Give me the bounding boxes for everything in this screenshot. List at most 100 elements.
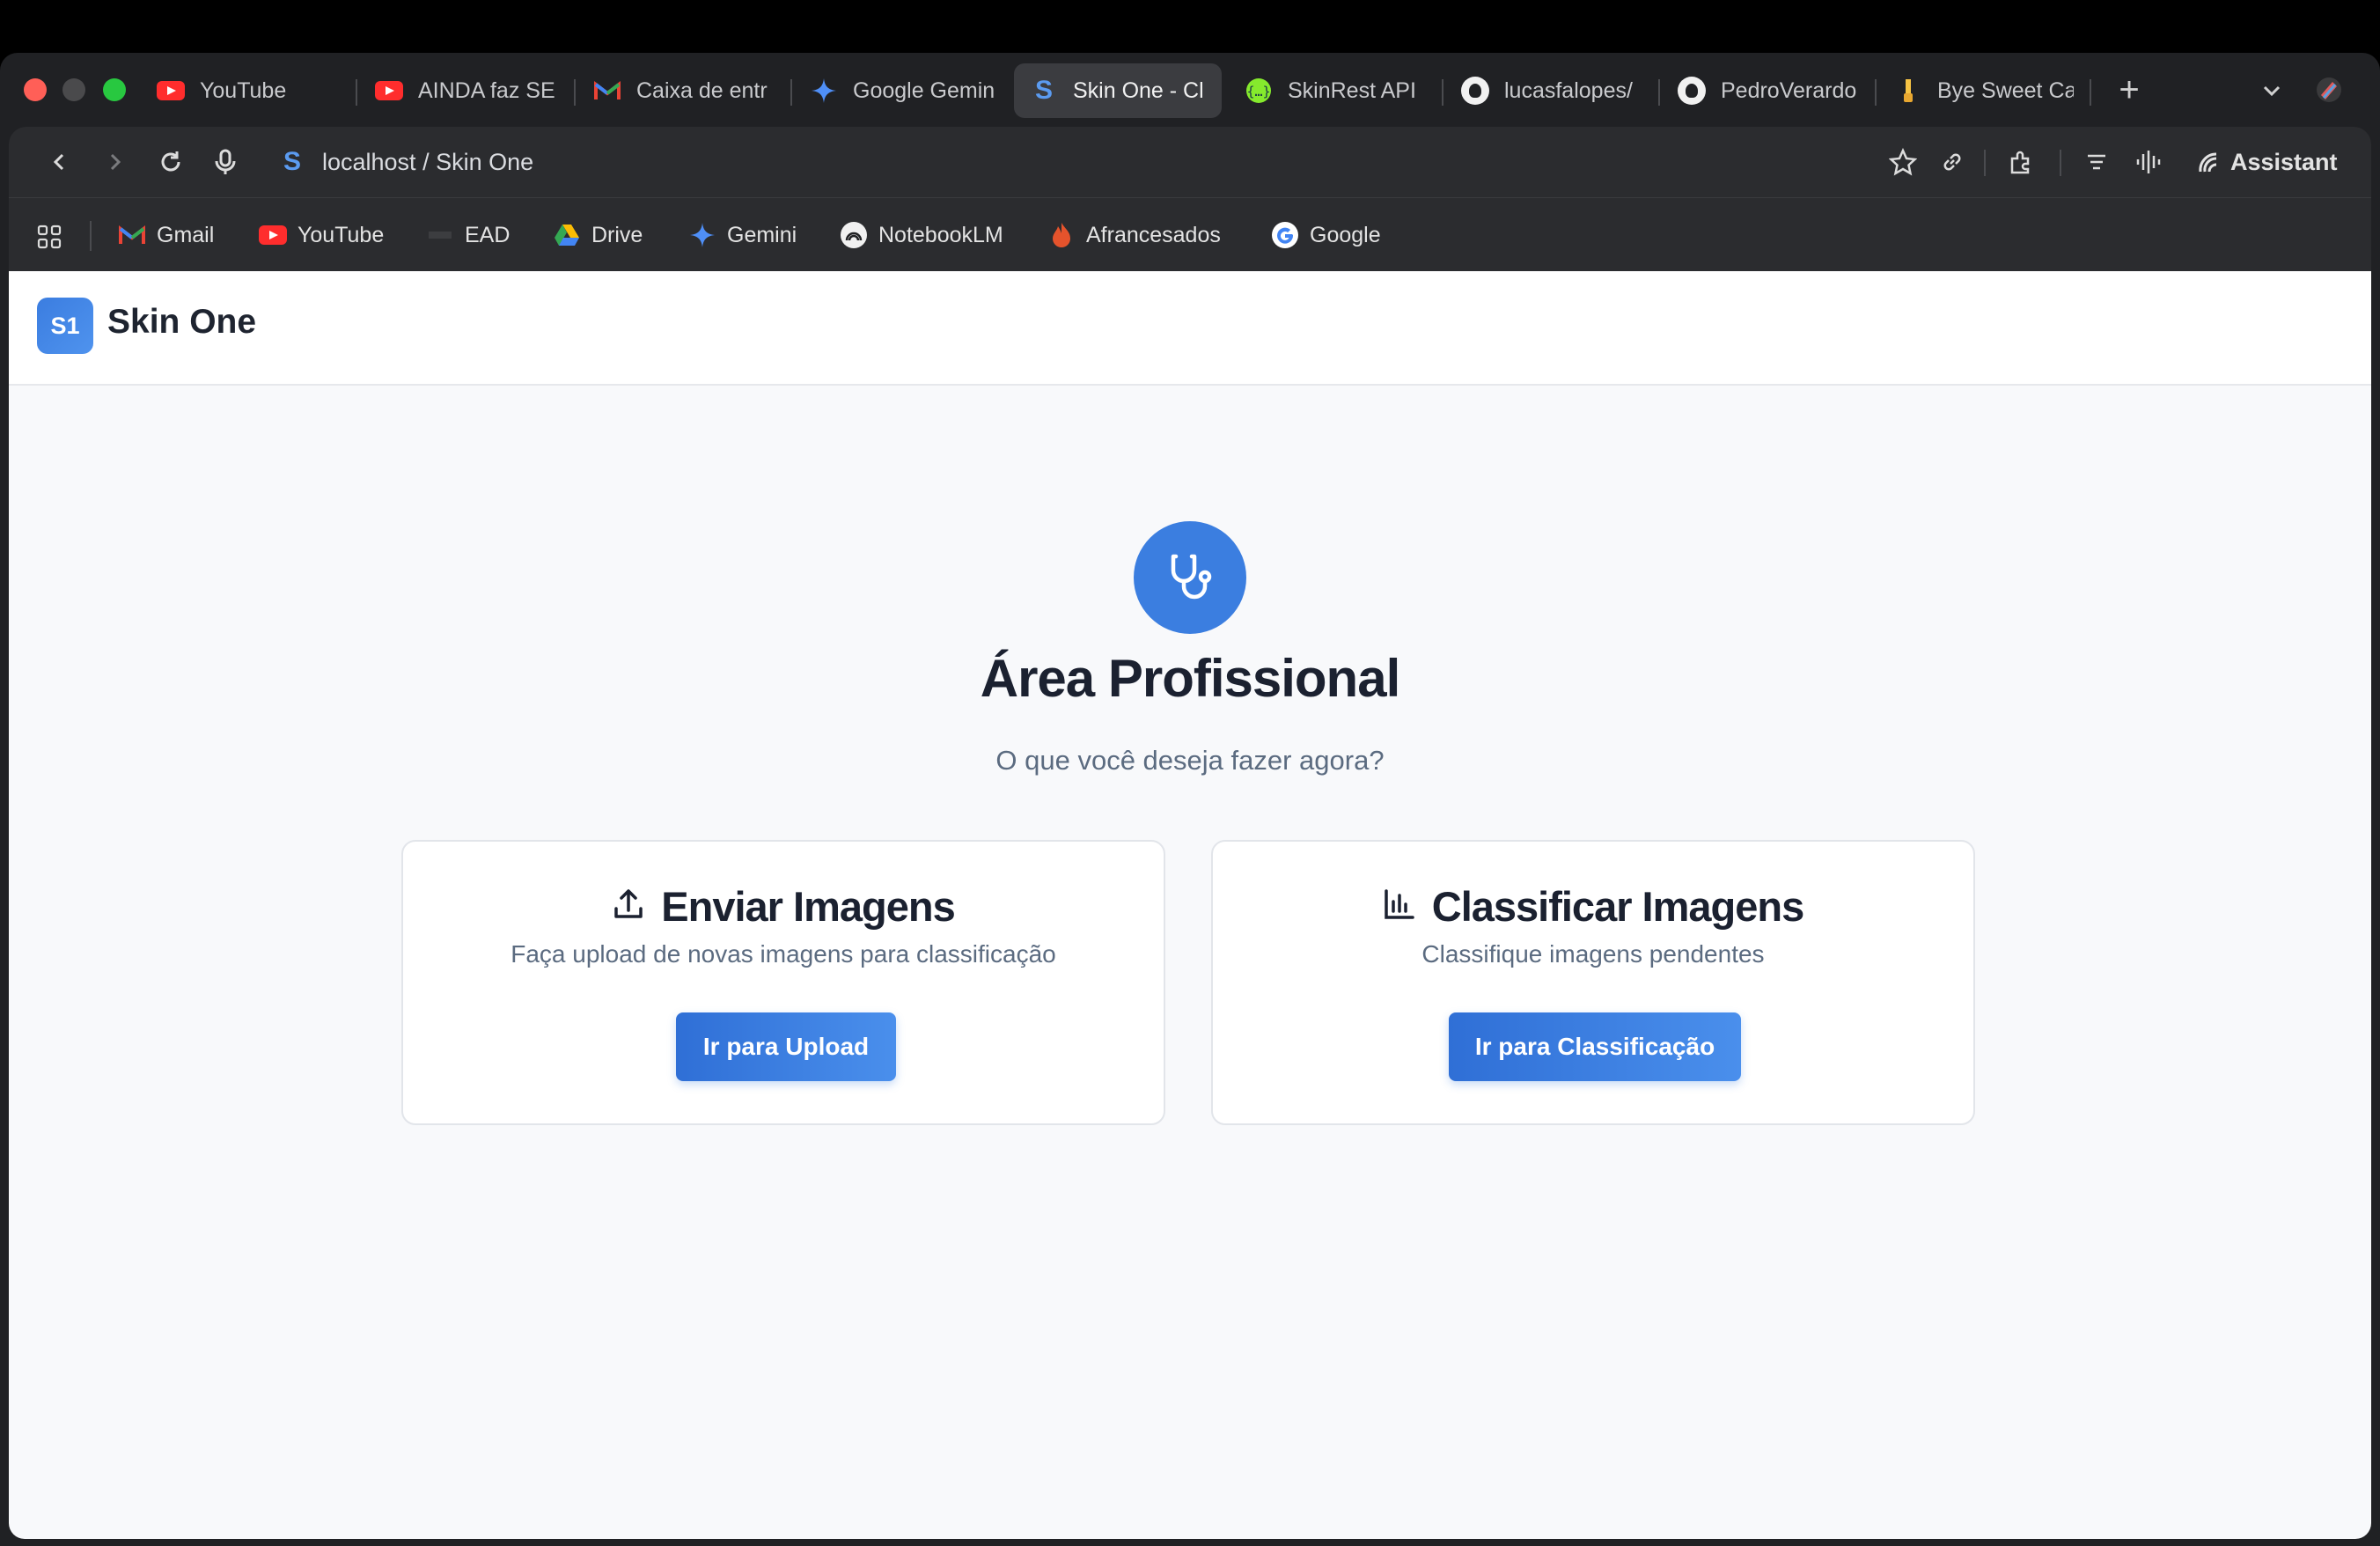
tab-github-pedroverardo[interactable]: PedroVerardo: [1662, 63, 1857, 118]
bookmark-youtube[interactable]: YouTube: [259, 216, 384, 254]
gemini-icon: [810, 77, 838, 105]
tab-label: AINDA faz SE: [418, 77, 555, 103]
github-icon: [1678, 77, 1706, 105]
card-title: Classificar Imagens: [1431, 883, 1804, 930]
site-favicon: S: [283, 147, 302, 176]
window-maximize-button[interactable]: [103, 78, 126, 101]
gmail-icon: [118, 221, 146, 249]
classify-card: Classificar Imagens Classifique imagens …: [1211, 840, 1975, 1125]
tab-google-gemini[interactable]: Google Gemin: [794, 63, 1002, 118]
assistant-label: Assistant: [2230, 148, 2338, 175]
reading-list-button[interactable]: [2079, 144, 2114, 180]
forward-arrow-icon: [110, 153, 121, 171]
go-to-upload-button[interactable]: Ir para Upload: [676, 1012, 896, 1081]
bookmark-label: Gmail: [157, 222, 215, 247]
ead-icon: [426, 221, 454, 249]
tab-gmail-inbox[interactable]: Caixa de entr: [577, 63, 782, 118]
upload-card: Enviar Imagens Faça upload de novas imag…: [401, 840, 1165, 1125]
tab-skin-one[interactable]: S Skin One - Cl: [1014, 63, 1222, 118]
list-icon: [2088, 154, 2105, 170]
bookmark-gmail[interactable]: Gmail: [118, 216, 214, 254]
window-minimize-button[interactable]: [62, 78, 85, 101]
gemini-icon: [688, 221, 716, 249]
bookmark-google[interactable]: Google: [1271, 216, 1381, 254]
apps-grid-icon[interactable]: [37, 225, 62, 249]
star-icon: [1889, 148, 1917, 176]
app-header: S1 Skin One: [9, 271, 2371, 386]
youtube-icon: [375, 77, 403, 105]
tab-youtube[interactable]: YouTube: [141, 63, 352, 118]
tab-label: SkinRest API: [1288, 77, 1416, 103]
window-close-button[interactable]: [24, 78, 47, 101]
reload-icon: [161, 151, 180, 172]
audio-button[interactable]: [2132, 144, 2167, 180]
tab-github-lucasfalopes[interactable]: lucasfalopes/: [1445, 63, 1653, 118]
link-icon: [1943, 153, 1961, 171]
bookmark-afrancesados[interactable]: Afrancesados: [1047, 216, 1221, 254]
address-text: localhost / Skin One: [322, 148, 534, 175]
extensions-button[interactable]: [2003, 144, 2038, 180]
notebooklm-icon: [840, 221, 868, 249]
tab-label: lucasfalopes/: [1504, 77, 1633, 103]
card-description: Faça upload de novas imagens para classi…: [511, 940, 1056, 968]
browser-window: YouTube AINDA faz SE Caixa de entr Googl…: [0, 53, 2380, 1546]
new-tab-button[interactable]: +: [2111, 72, 2148, 109]
bookmark-label: Drive: [591, 222, 643, 247]
page-subtitle: O que você deseja fazer agora?: [995, 745, 1385, 776]
bookmark-label: NotebookLM: [878, 222, 1003, 247]
tab-search-chevron-icon[interactable]: [2253, 72, 2290, 109]
go-to-classification-button[interactable]: Ir para Classificação: [1449, 1012, 1741, 1081]
waveform-icon: [2136, 151, 2161, 173]
upload-icon: [612, 887, 645, 925]
bookmark-star-button[interactable]: [1885, 144, 1921, 180]
flame-icon: [1047, 221, 1076, 249]
gmail-icon: [593, 77, 621, 105]
tab-label: Google Gemin: [853, 77, 995, 103]
page-title: Área Profissional: [980, 649, 1401, 708]
drive-icon: [553, 221, 581, 249]
tab-label: Caixa de entr: [636, 77, 768, 103]
microphone-icon: [215, 149, 236, 174]
stethoscope-icon: [1134, 521, 1246, 634]
tab-label: PedroVerardo: [1721, 77, 1857, 103]
bookmark-ead[interactable]: EAD: [426, 216, 510, 254]
bookmark-notebooklm[interactable]: NotebookLM: [840, 216, 1003, 254]
assistant-button[interactable]: Assistant: [2195, 143, 2338, 181]
card-description: Classifique imagens pendentes: [1421, 940, 1765, 968]
page-viewport: S1 Skin One Área Profissional O que você…: [9, 271, 2371, 1539]
bookmark-label: Gemini: [727, 222, 797, 247]
logo-text[interactable]: Skin One: [107, 303, 256, 342]
browser-toolbar: S localhost / Skin One Assistant: [9, 127, 2371, 197]
page-icon: [1894, 77, 1922, 105]
youtube-icon: [259, 221, 287, 249]
bookmark-label: EAD: [465, 222, 511, 247]
swagger-icon: {…}: [1245, 77, 1273, 105]
skinone-favicon: S: [1034, 76, 1053, 105]
tab-label: Skin One - Cl: [1073, 77, 1204, 103]
tab-strip: YouTube AINDA faz SE Caixa de entr Googl…: [0, 53, 2380, 127]
bookmark-label: YouTube: [298, 222, 385, 247]
tab-ainda-faz[interactable]: AINDA faz SE: [359, 63, 563, 118]
address-bar[interactable]: S localhost / Skin One: [273, 137, 1857, 187]
copy-link-button[interactable]: [1935, 144, 1970, 180]
youtube-icon: [157, 77, 185, 105]
tab-label: YouTube: [200, 77, 287, 103]
card-title: Enviar Imagens: [661, 883, 955, 930]
reload-button[interactable]: [153, 144, 188, 180]
profile-avatar[interactable]: [2315, 76, 2343, 104]
back-arrow-icon: [53, 153, 64, 171]
google-icon: [1271, 221, 1299, 249]
tab-skinrest-api[interactable]: {…} SkinRest API: [1229, 63, 1436, 118]
bar-chart-icon: [1383, 887, 1416, 925]
back-button[interactable]: [42, 144, 77, 180]
github-icon: [1461, 77, 1489, 105]
voice-search-button[interactable]: [208, 144, 243, 180]
bookmark-drive[interactable]: Drive: [553, 216, 643, 254]
bookmark-gemini[interactable]: Gemini: [688, 216, 797, 254]
forward-button[interactable]: [97, 144, 132, 180]
bookmarks-bar: Gmail YouTube EAD Drive Gemini NotebookL…: [9, 197, 2371, 272]
assistant-icon: [2199, 152, 2217, 173]
tab-bye-sweet[interactable]: Bye Sweet Ca: [1878, 63, 2074, 118]
bookmark-label: Afrancesados: [1086, 222, 1221, 247]
logo-badge[interactable]: S1: [37, 298, 93, 354]
